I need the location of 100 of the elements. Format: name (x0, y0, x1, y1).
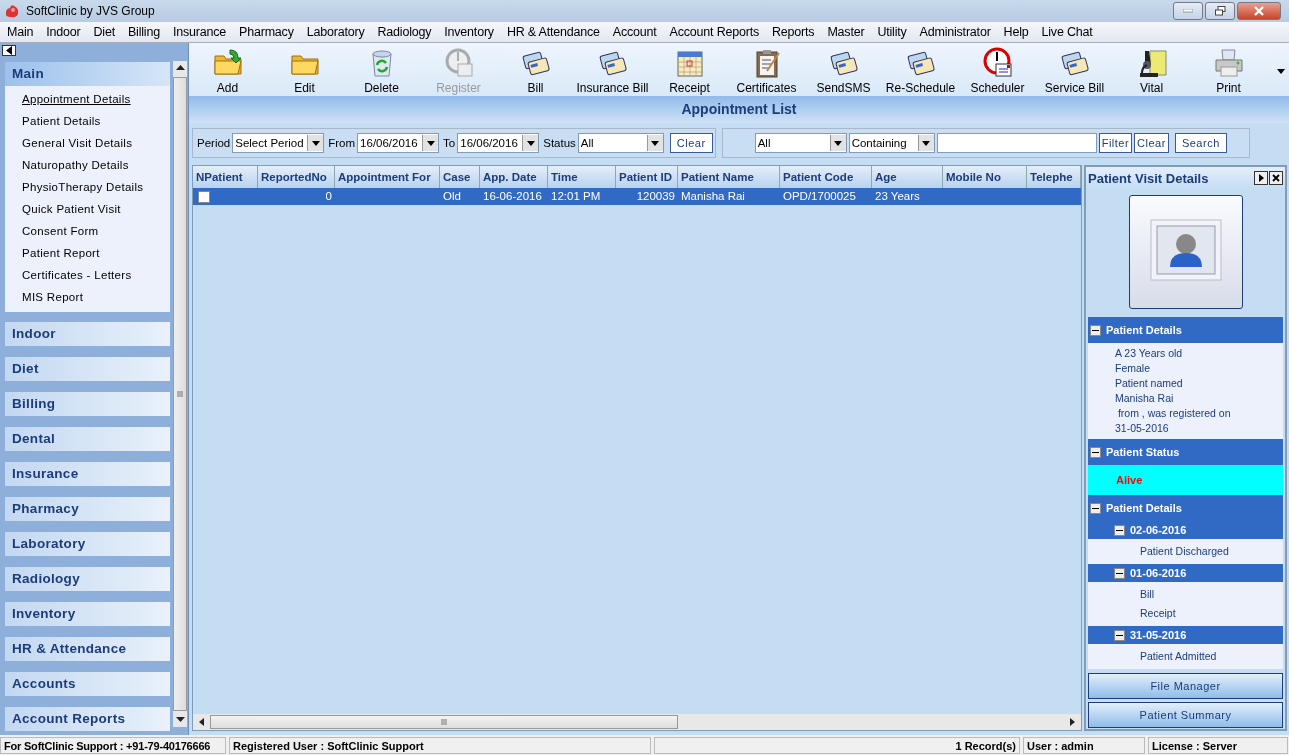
collapse-toggle-icon[interactable] (1090, 446, 1101, 458)
expand-panel-button[interactable] (1254, 171, 1268, 185)
close-panel-button[interactable] (1269, 171, 1283, 185)
filter-button[interactable]: Filter (1098, 133, 1133, 153)
minimize-button[interactable] (1173, 2, 1203, 20)
menu-item[interactable]: Help (996, 25, 1035, 39)
sidebar-group-header[interactable]: Diet (5, 357, 170, 381)
toolbar-button[interactable]: Service Bill (1036, 44, 1113, 96)
toolbar-button[interactable]: Delete (343, 44, 420, 96)
menu-item[interactable]: Laboratory (299, 25, 371, 39)
sidebar-item[interactable]: Quick Patient Visit (5, 198, 170, 220)
dropdown-arrow-icon[interactable] (651, 140, 660, 146)
from-date-picker[interactable]: 16/06/2016 (357, 133, 440, 153)
to-date-picker[interactable]: 16/06/2016 (457, 133, 540, 153)
sidebar-item[interactable]: Appointment Details (5, 88, 170, 110)
menu-item[interactable]: Account (605, 25, 663, 39)
sidebar-group-header[interactable]: HR & Attendance (5, 637, 170, 661)
match-dropdown[interactable]: Containing (848, 133, 935, 153)
dropdown-arrow-icon[interactable] (426, 140, 435, 146)
panel-button[interactable]: Patient Summary (1088, 702, 1283, 728)
toolbar-button[interactable]: Print (1190, 44, 1267, 96)
search-button[interactable]: Search (1174, 133, 1227, 153)
toolbar-button[interactable]: Re-Schedule (882, 44, 959, 96)
toolbar-button[interactable]: Vital (1113, 44, 1190, 96)
menu-item[interactable]: Administrator (912, 25, 997, 39)
row-checkbox[interactable] (198, 190, 210, 203)
dropdown-arrow-icon[interactable] (922, 140, 931, 146)
toolbar-button[interactable]: Bill (497, 44, 574, 96)
sidebar-group-header[interactable]: Billing (5, 392, 170, 416)
scroll-right-icon[interactable] (1070, 718, 1075, 726)
menu-item[interactable]: Live Chat (1034, 25, 1099, 39)
toolbar-button[interactable]: Edit (266, 44, 343, 96)
dropdown-arrow-icon[interactable] (834, 140, 843, 146)
toolbar-button[interactable]: Certificates (728, 44, 805, 96)
collapse-toggle-icon[interactable] (1114, 567, 1125, 579)
sidebar-group-header[interactable]: Insurance (5, 462, 170, 486)
scroll-left-icon[interactable] (199, 718, 204, 726)
clear-search-button[interactable]: Clear (1134, 133, 1169, 153)
sidebar-group-header[interactable]: Inventory (5, 602, 170, 626)
history-date-header[interactable]: 01-06-2016 (1088, 564, 1283, 582)
dropdown-arrow-icon[interactable] (526, 140, 535, 146)
status-dropdown[interactable]: All (577, 133, 664, 153)
table-row[interactable]: 0 Old 16-06-2016 12:01 PM 120039 Manisha Rai OPD/1700025 23 Years (193, 188, 1081, 205)
tree-section-header[interactable]: Patient Details (1088, 495, 1283, 521)
menu-item[interactable]: Pharmacy (232, 25, 300, 39)
restore-button[interactable] (1205, 2, 1235, 20)
sidebar-group-header[interactable]: Accounts (5, 672, 170, 696)
menu-item[interactable]: Account Reports (662, 25, 765, 39)
scroll-thumb[interactable] (210, 715, 678, 729)
collapse-toggle-icon[interactable] (1090, 324, 1101, 336)
sidebar-item[interactable]: Patient Details (5, 110, 170, 132)
period-dropdown[interactable]: Select Period (232, 133, 325, 153)
scroll-up-icon[interactable] (175, 65, 185, 71)
collapse-toggle-icon[interactable] (1114, 629, 1125, 641)
sidebar-group-header[interactable]: Dental (5, 427, 170, 451)
toolbar-button[interactable]: Receipt (651, 44, 728, 96)
sidebar-group-header[interactable]: Account Reports (5, 707, 170, 731)
menu-item[interactable]: Diet (86, 25, 121, 39)
menu-item[interactable]: Inventory (437, 25, 500, 39)
menu-item[interactable]: Radiology (370, 25, 438, 39)
menu-item[interactable]: Indoor (39, 25, 87, 39)
toolbar-button[interactable]: Add (189, 44, 266, 96)
toolbar-overflow-icon[interactable] (1277, 69, 1285, 74)
search-field[interactable] (936, 133, 1097, 153)
history-date-header[interactable]: 02-06-2016 (1088, 521, 1283, 539)
sidebar-item[interactable]: Naturopathy Details (5, 154, 170, 176)
horizontal-scrollbar[interactable] (193, 714, 1081, 730)
menu-item[interactable]: Reports (765, 25, 821, 39)
panel-button[interactable]: File Manager (1088, 673, 1283, 699)
history-event[interactable]: Receipt (1140, 604, 1283, 623)
menu-item[interactable]: Main (0, 25, 40, 39)
sidebar-item[interactable]: MIS Report (5, 286, 170, 308)
sidebar-item[interactable]: General Visit Details (5, 132, 170, 154)
menu-item[interactable]: HR & Attendance (499, 25, 606, 39)
sidebar-group-header[interactable]: Indoor (5, 322, 170, 346)
tree-section-header[interactable]: Patient Details (1088, 317, 1283, 343)
toolbar-button[interactable]: Scheduler (959, 44, 1036, 96)
clear-button[interactable]: Clear (669, 133, 713, 153)
collapse-button[interactable] (2, 45, 16, 56)
sidebar-group-header[interactable]: Laboratory (5, 532, 170, 556)
patient-photo-button[interactable] (1128, 195, 1243, 309)
sidebar-item[interactable]: PhysioTherapy Details (5, 176, 170, 198)
sidebar-group-header[interactable]: Pharmacy (5, 497, 170, 521)
menu-item[interactable]: Master (820, 25, 871, 39)
menu-item[interactable]: Billing (121, 25, 166, 39)
collapse-toggle-icon[interactable] (1090, 502, 1101, 514)
history-event[interactable]: Bill (1140, 585, 1283, 604)
sidebar-group-header[interactable]: Main (5, 62, 170, 86)
menu-item[interactable]: Insurance (165, 25, 233, 39)
sidebar-group-header[interactable]: Radiology (5, 567, 170, 591)
sidebar-item[interactable]: Certificates - Letters (5, 264, 170, 286)
sidebar-item[interactable]: Consent Form (5, 220, 170, 242)
sidebar-item[interactable]: Patient Report (5, 242, 170, 264)
tree-section-header[interactable]: Patient Status (1088, 439, 1283, 465)
toolbar-button[interactable]: SendSMS (805, 44, 882, 96)
dropdown-arrow-icon[interactable] (311, 140, 320, 146)
close-button[interactable] (1237, 2, 1281, 20)
history-date-header[interactable]: 31-05-2016 (1088, 626, 1283, 644)
menu-item[interactable]: Utility (870, 25, 913, 39)
field-dropdown[interactable]: All (754, 133, 847, 153)
